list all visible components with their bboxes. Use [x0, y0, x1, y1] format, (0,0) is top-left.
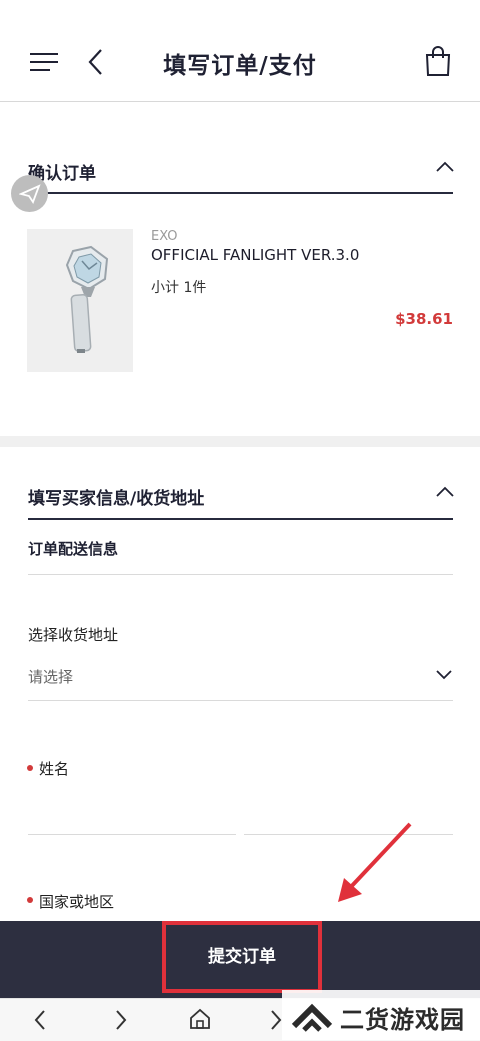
divider	[28, 574, 453, 575]
buyer-info-title: 填写买家信息/收货地址	[28, 489, 205, 509]
address-select-value: 请选择	[28, 668, 74, 686]
chevron-left-icon[interactable]	[32, 1009, 48, 1031]
page-title: 填写订单/支付	[163, 53, 317, 79]
submit-order-button[interactable]: 提交订单	[162, 921, 322, 993]
product-image	[65, 245, 109, 353]
section-gap	[0, 436, 480, 447]
required-indicator	[27, 897, 33, 903]
share-fab[interactable]	[11, 175, 48, 212]
chevron-up-icon[interactable]	[435, 485, 455, 499]
chevron-up-icon[interactable]	[435, 160, 455, 174]
chevron-down-icon	[436, 670, 452, 680]
name-label: 姓名	[39, 760, 70, 778]
shopping-bag-icon[interactable]	[424, 45, 452, 77]
delivery-info-heading: 订单配送信息	[28, 540, 119, 558]
section-divider	[28, 518, 453, 520]
first-name-field[interactable]	[28, 790, 236, 835]
product-brand: EXO	[151, 229, 178, 244]
home-icon[interactable]	[188, 1007, 212, 1031]
section-divider	[28, 192, 453, 194]
country-label: 国家或地区	[39, 893, 115, 911]
address-select[interactable]: 请选择	[28, 652, 453, 701]
chevron-right-icon[interactable]	[113, 1009, 129, 1031]
address-label: 选择收货地址	[28, 626, 119, 644]
send-icon	[19, 184, 41, 204]
fanlight-product-image[interactable]	[27, 229, 133, 372]
annotation-arrow	[338, 822, 412, 902]
watermark: 二货游戏园	[282, 990, 480, 1040]
product-price: $38.61	[395, 310, 453, 328]
required-indicator	[27, 765, 33, 771]
product-name[interactable]: OFFICIAL FANLIGHT VER.3.0	[151, 246, 359, 264]
watermark-text: 二货游戏园	[340, 1006, 465, 1034]
watermark-logo-icon	[291, 1003, 333, 1032]
top-app-bar: 填写订单/支付	[0, 0, 480, 102]
product-quantity: 小计 1件	[151, 280, 207, 296]
chevron-right-icon[interactable]	[268, 1009, 282, 1031]
